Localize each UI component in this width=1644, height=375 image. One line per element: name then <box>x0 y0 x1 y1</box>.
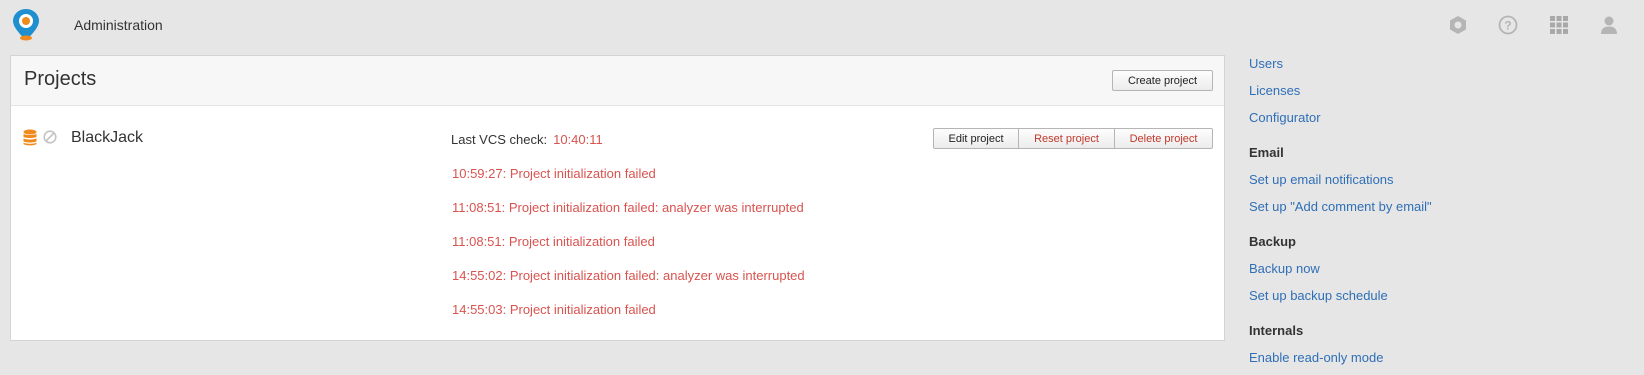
user-icon[interactable] <box>1598 14 1620 36</box>
projects-panel: Projects Create project BlackJack Last V… <box>10 55 1225 341</box>
vcs-label: Last VCS check: <box>451 132 548 147</box>
top-bar: Administration ? <box>0 0 1644 52</box>
project-row: BlackJack Last VCS check: 10:40:11 10:59:… <box>11 106 1224 342</box>
backup-heading: Backup <box>1249 234 1296 249</box>
projects-header: Projects Create project <box>11 56 1224 106</box>
read-only-mode-link[interactable]: Enable read-only mode <box>1249 350 1383 365</box>
project-actions: Edit project Reset project Delete projec… <box>933 128 1213 149</box>
page-title: Projects <box>24 68 97 90</box>
email-notifications-link[interactable]: Set up email notifications <box>1249 172 1394 187</box>
logo-icon[interactable] <box>11 8 41 42</box>
apps-grid-icon[interactable] <box>1548 14 1570 36</box>
log-entry: 11:08:51: Project initialization failed <box>452 234 655 249</box>
configurator-link[interactable]: Configurator <box>1249 110 1321 125</box>
last-vcs-check: Last VCS check: 10:40:11 <box>451 132 603 147</box>
disabled-icon <box>43 130 57 149</box>
edit-project-button[interactable]: Edit project <box>933 128 1019 149</box>
app-title[interactable]: Administration <box>74 17 163 33</box>
email-heading: Email <box>1249 145 1284 160</box>
log-entry: 10:59:27: Project initialization failed <box>452 166 656 181</box>
users-link[interactable]: Users <box>1249 56 1283 71</box>
licenses-link[interactable]: Licenses <box>1249 83 1300 98</box>
reset-project-button[interactable]: Reset project <box>1018 128 1115 149</box>
svg-text:?: ? <box>1504 19 1511 33</box>
backup-now-link[interactable]: Backup now <box>1249 261 1320 276</box>
settings-hexagon-icon[interactable] <box>1447 14 1469 36</box>
add-comment-by-email-link[interactable]: Set up "Add comment by email" <box>1249 199 1432 214</box>
database-icon <box>23 129 37 151</box>
log-entry: 14:55:02: Project initialization failed:… <box>452 268 805 283</box>
delete-project-button[interactable]: Delete project <box>1114 128 1213 149</box>
log-entry: 14:55:03: Project initialization failed <box>452 302 656 317</box>
create-project-button[interactable]: Create project <box>1112 70 1213 91</box>
log-entry: 11:08:51: Project initialization failed:… <box>452 200 804 215</box>
internals-heading: Internals <box>1249 323 1304 338</box>
project-name[interactable]: BlackJack <box>71 129 143 147</box>
vcs-time: 10:40:11 <box>553 132 603 147</box>
backup-schedule-link[interactable]: Set up backup schedule <box>1249 288 1388 303</box>
help-icon[interactable]: ? <box>1497 14 1519 36</box>
